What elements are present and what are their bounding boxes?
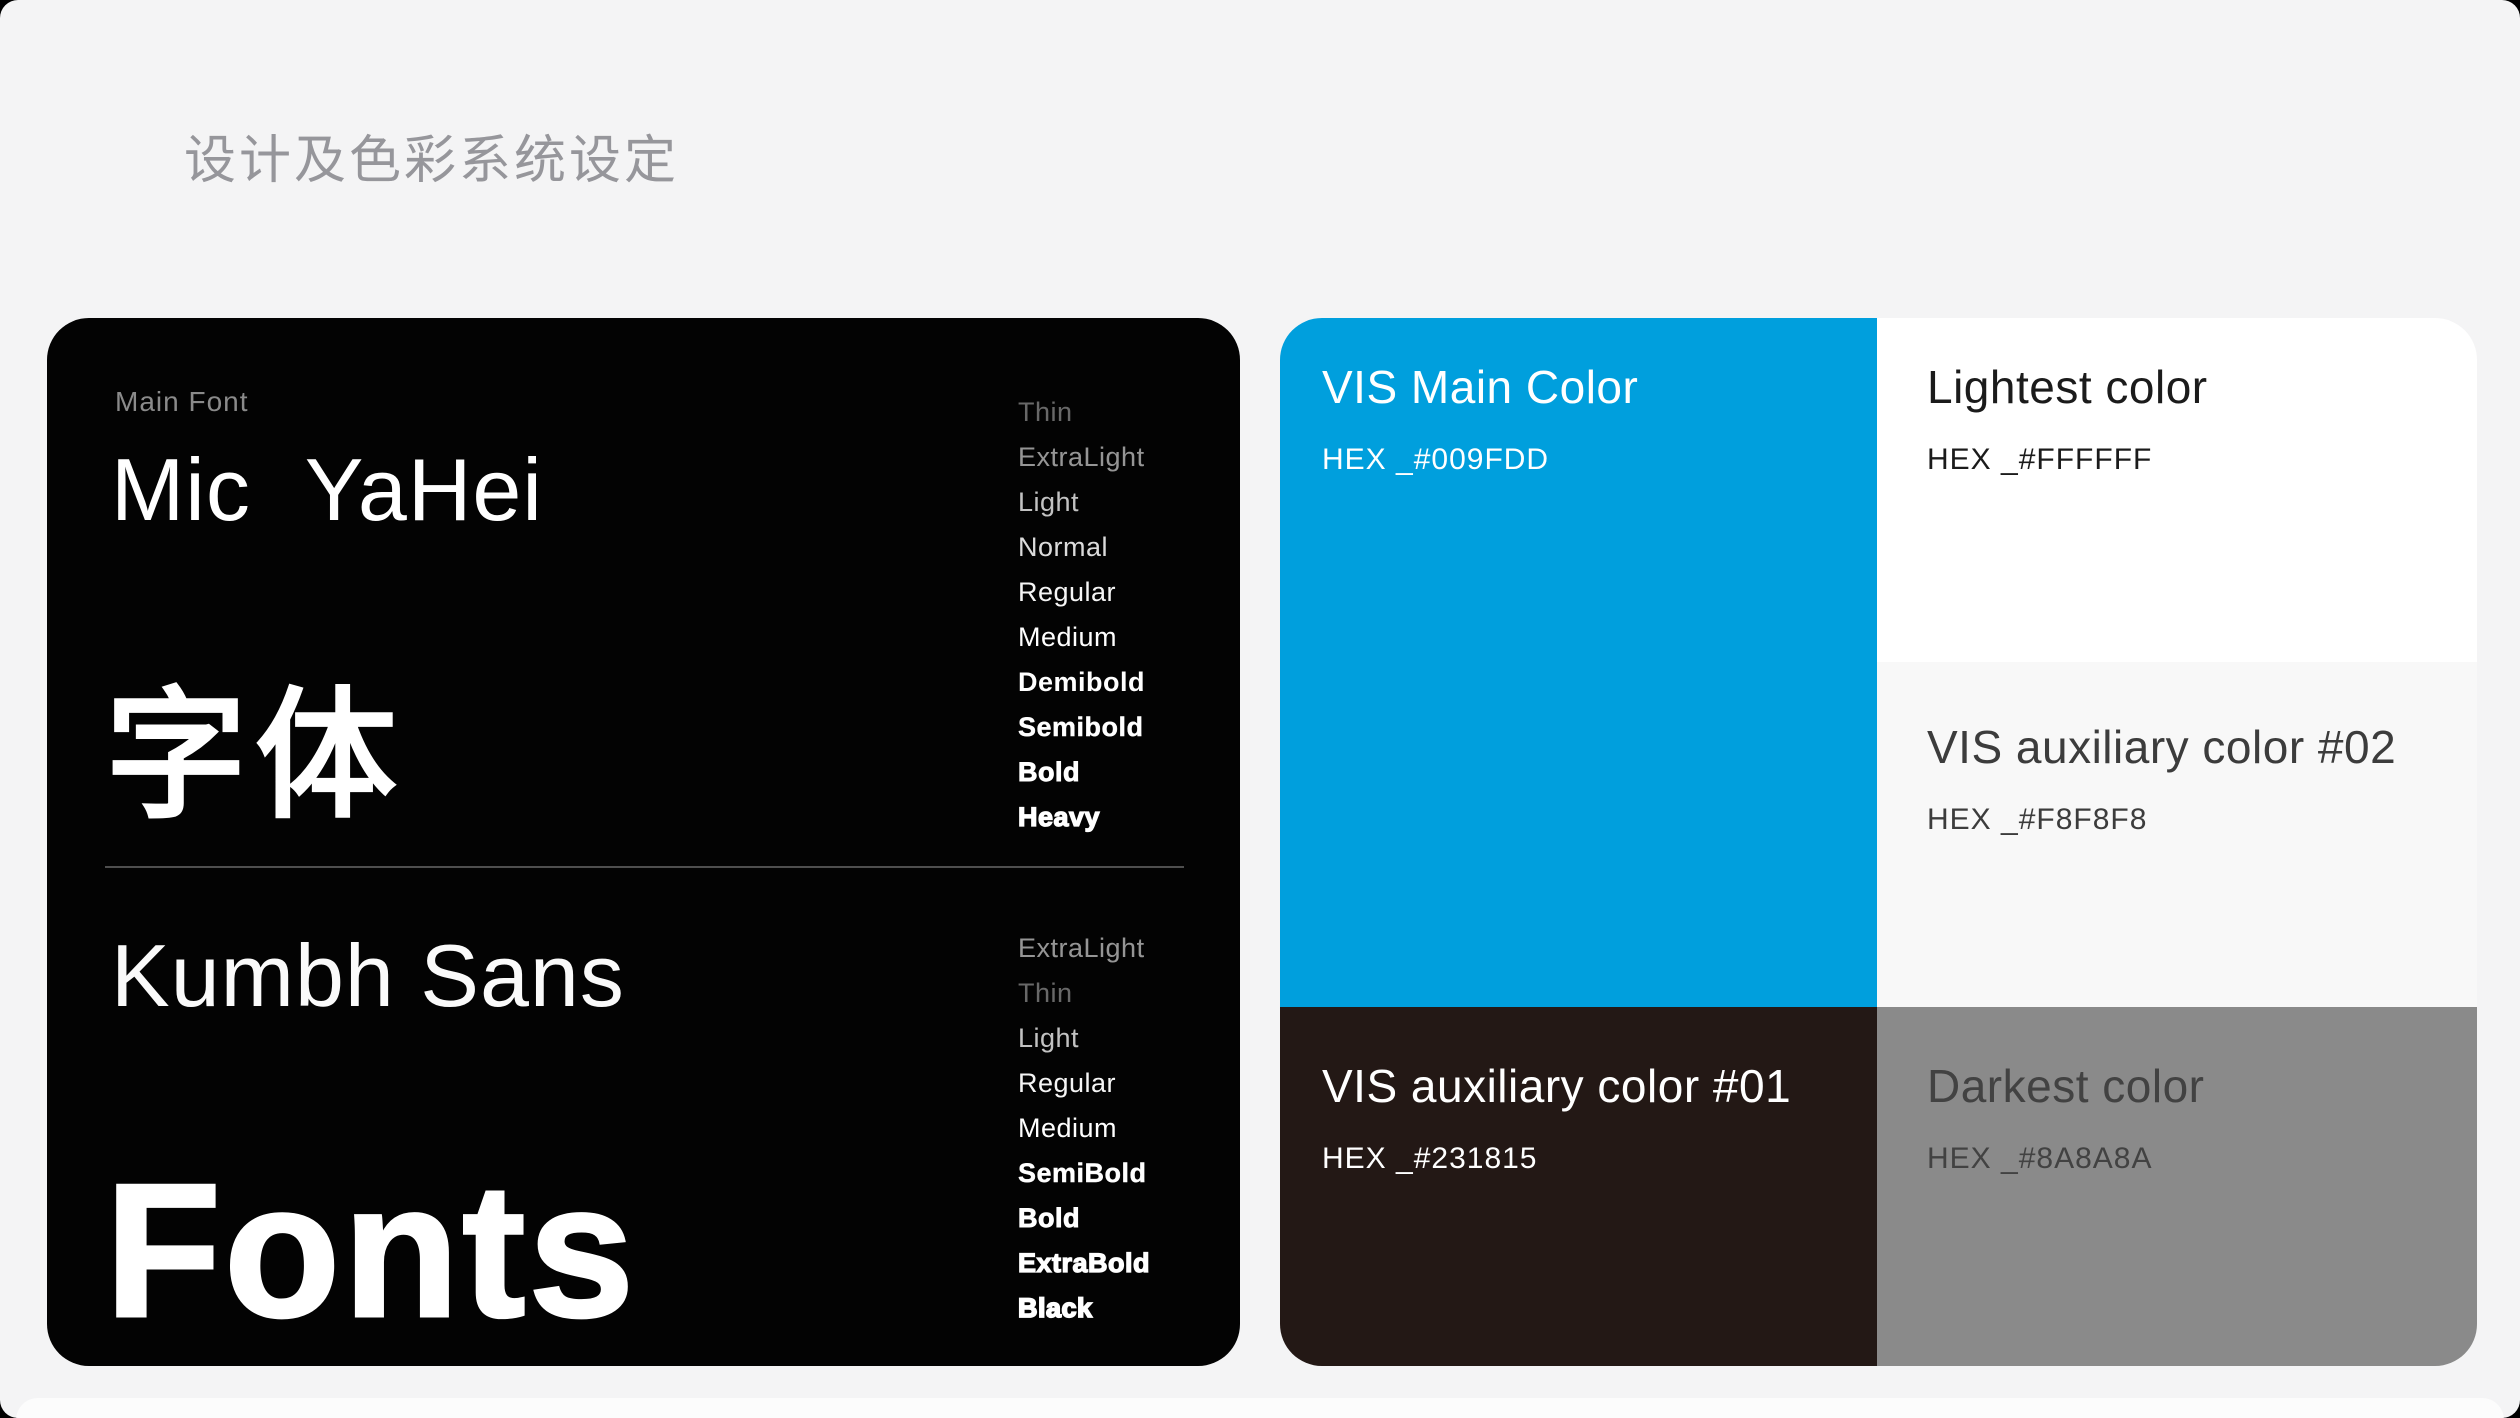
weight-item: Black [1018, 1286, 1150, 1331]
screenshot-stage: 设计及色彩系统设定 Main Font Mic YaHei 字体 Thin Ex… [0, 0, 2520, 1418]
swatch-hex-value: HEX _#8A8A8A [1927, 1141, 2477, 1177]
weight-item: Bold [1018, 1196, 1150, 1241]
main-font-label: Main Font [115, 386, 249, 418]
weight-item: Demibold [1018, 660, 1145, 705]
weight-item: ExtraLight [1018, 435, 1145, 480]
weight-item: Light [1018, 1016, 1150, 1061]
swatch-lightest-color: Lightest color HEX _#FFFFFF [1877, 318, 2477, 662]
design-system-page: 设计及色彩系统设定 Main Font Mic YaHei 字体 Thin Ex… [0, 0, 2520, 1418]
swatch-title: Darkest color [1927, 1057, 2477, 1115]
weight-item: Medium [1018, 615, 1145, 660]
main-font-weight-list: Thin ExtraLight Light Normal Regular Med… [1018, 390, 1145, 840]
next-section-peek [16, 1398, 2504, 1418]
swatch-title: VIS auxiliary color #01 [1322, 1057, 1877, 1115]
cjk-font-specimen: 字体 [105, 686, 405, 828]
weight-item: Heavy [1018, 795, 1145, 840]
weight-item: Light [1018, 480, 1145, 525]
weight-item: Bold [1018, 750, 1145, 795]
swatch-hex-value: HEX _#FFFFFF [1927, 442, 2477, 478]
weight-item: Thin [1018, 390, 1145, 435]
swatch-hex-value: HEX _#231815 [1322, 1141, 1877, 1177]
swatch-hex-value: HEX _#F8F8F8 [1927, 802, 2477, 838]
secondary-font-name: Kumbh Sans [111, 932, 625, 1020]
font-card: Main Font Mic YaHei 字体 Thin ExtraLight L… [47, 318, 1240, 1366]
main-font-name: Mic YaHei [111, 446, 543, 534]
weight-item: Normal [1018, 525, 1145, 570]
weight-item: ExtraLight [1018, 926, 1150, 971]
weight-item: Thin [1018, 971, 1150, 1016]
swatch-title: VIS Main Color [1322, 358, 1877, 416]
color-panel: VIS Main Color HEX _#009FDD Lightest col… [1280, 318, 2477, 1366]
latin-font-specimen: Fonts [105, 1156, 637, 1346]
weight-item: Regular [1018, 1061, 1150, 1106]
swatch-darkest-color: Darkest color HEX _#8A8A8A [1877, 1007, 2477, 1366]
weight-item: Regular [1018, 570, 1145, 615]
swatch-auxiliary-color-02: VIS auxiliary color #02 HEX _#F8F8F8 [1877, 662, 2477, 1007]
secondary-font-weight-list: ExtraLight Thin Light Regular Medium Sem… [1018, 926, 1150, 1331]
weight-item: Semibold [1018, 705, 1145, 750]
swatch-hex-value: HEX _#009FDD [1322, 442, 1877, 478]
weight-item: SemiBold [1018, 1151, 1150, 1196]
swatch-auxiliary-color-01: VIS auxiliary color #01 HEX _#231815 [1280, 1007, 1877, 1366]
swatch-title: Lightest color [1927, 358, 2477, 416]
swatch-title: VIS auxiliary color #02 [1927, 718, 2477, 776]
font-card-divider [105, 866, 1184, 868]
swatch-vis-main-color: VIS Main Color HEX _#009FDD [1280, 318, 1877, 1007]
weight-item: Medium [1018, 1106, 1150, 1151]
page-title: 设计及色彩系统设定 [184, 128, 679, 196]
weight-item: ExtraBold [1018, 1241, 1150, 1286]
